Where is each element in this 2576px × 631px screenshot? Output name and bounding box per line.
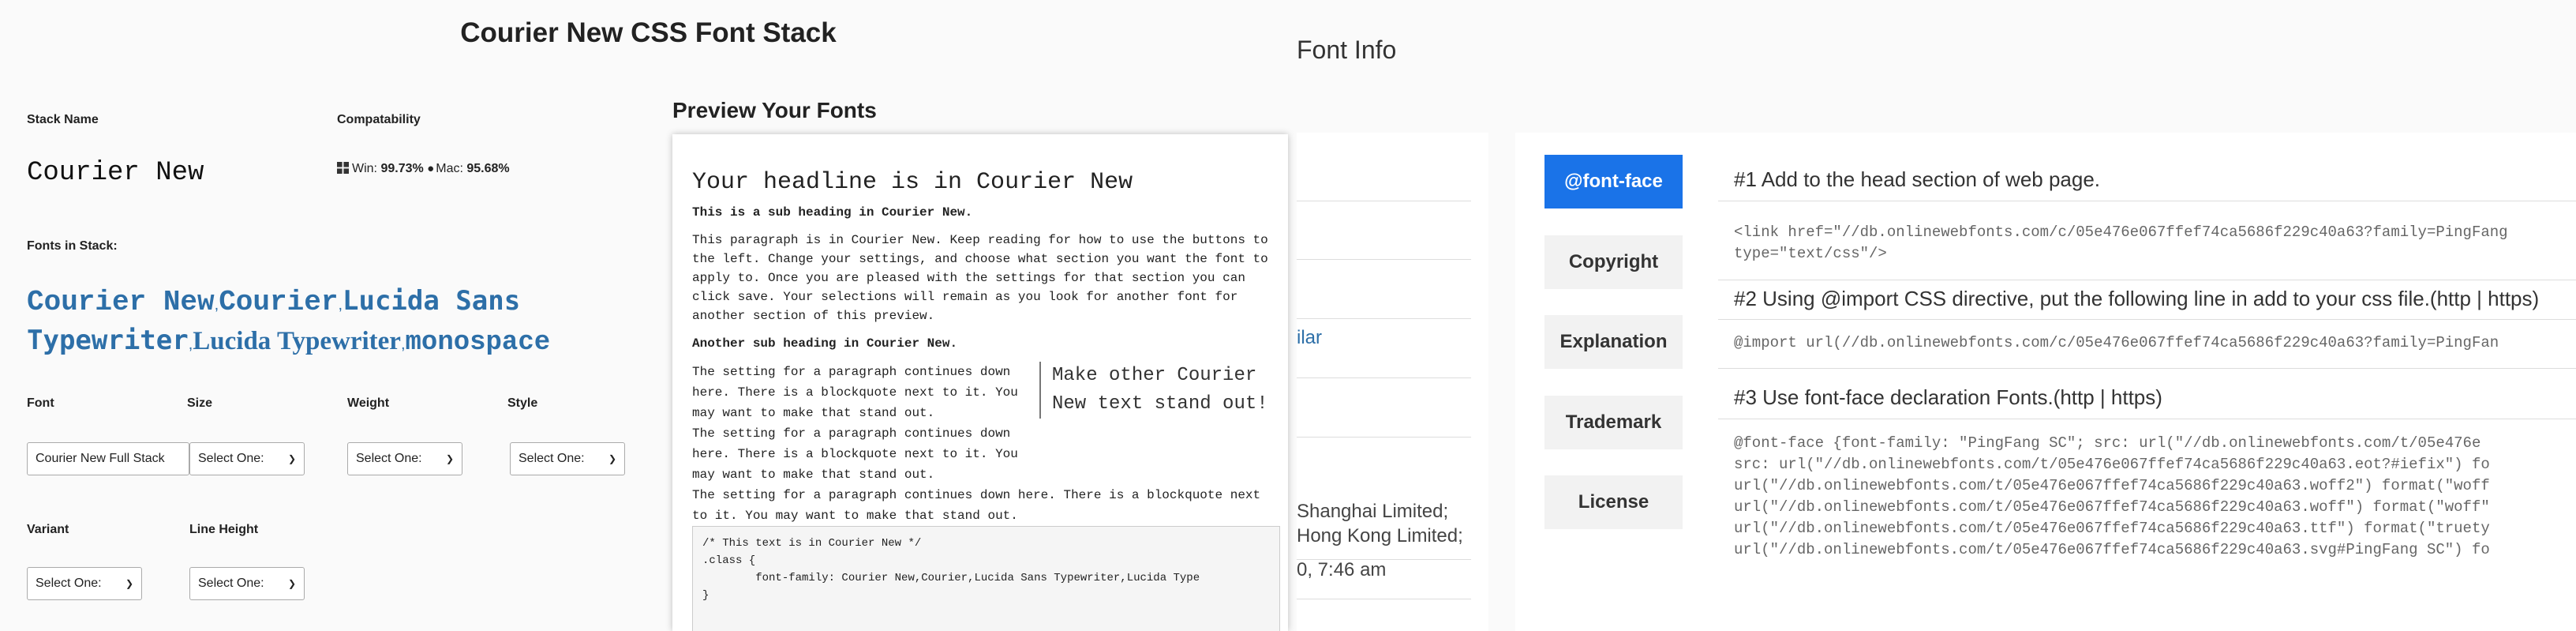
style-label: Style <box>507 396 538 410</box>
divider <box>1297 437 1471 438</box>
section-1-code[interactable]: <link href="//db.onlinewebfonts.com/c/05… <box>1734 222 2508 265</box>
divider <box>1297 318 1471 319</box>
compatability-values: Win: 99.73% ● Mac: 95.68% <box>337 162 510 176</box>
win-value: 99.73% <box>380 162 424 175</box>
copyright-owner-1: Shanghai Limited; <box>1297 501 1449 522</box>
stack-font-1: Courier New <box>27 286 215 318</box>
preview-headline: Your headline is in Courier New <box>692 169 1133 196</box>
size-select[interactable]: Select One: ❯ <box>189 442 305 475</box>
font-select[interactable]: Courier New Full Stack <box>27 442 189 475</box>
font-info-card: ilar Shanghai Limited; Hong Kong Limited… <box>1297 133 1488 631</box>
chevron-down-icon: ❯ <box>608 453 616 464</box>
mac-label: Mac: <box>436 162 463 175</box>
variant-select[interactable]: Select One: ❯ <box>27 567 142 600</box>
size-label: Size <box>187 396 213 410</box>
mac-value: 95.68% <box>466 162 510 175</box>
variant-label: Variant <box>27 523 69 536</box>
updated-time: 0, 7:46 am <box>1297 559 1387 580</box>
tab-explanation[interactable]: Explanation <box>1544 315 1683 369</box>
preview-paragraph-2b: The setting for a paragraph continues do… <box>692 426 1018 482</box>
font-code-card: @font-face Copyright Explanation Tradema… <box>1515 133 2576 631</box>
font-label: Font <box>27 396 54 410</box>
chevron-down-icon: ❯ <box>125 578 133 589</box>
line-height-label: Line Height <box>189 523 259 536</box>
tab-license[interactable]: License <box>1544 475 1683 529</box>
apple-icon: ● <box>427 162 435 175</box>
stack-font-4: Lucida Typewriter <box>193 327 401 355</box>
font-info-title: Font Info <box>1297 36 1397 64</box>
compatability-label: Compatability <box>337 113 421 126</box>
font-info-panel: Font Info ilar Shanghai Limited; Hong Ko… <box>1297 0 2576 631</box>
section-3-code[interactable]: @font-face {font-family: "PingFang SC"; … <box>1734 433 2490 561</box>
win-label: Win: <box>352 162 377 175</box>
stack-font-2: Courier <box>219 286 339 318</box>
stack-name-label: Stack Name <box>27 113 99 126</box>
preview-sub-heading-2: Another sub heading in Courier New. <box>692 336 958 351</box>
tab-copyright[interactable]: Copyright <box>1544 235 1683 289</box>
font-preview-box: Your headline is in Courier New This is … <box>672 134 1288 631</box>
weight-select-value: Select One: <box>356 452 422 465</box>
tab-trademark[interactable]: Trademark <box>1544 396 1683 449</box>
section-1-heading: #1 Add to the head section of web page. <box>1734 167 2101 191</box>
line-height-select[interactable]: Select One: ❯ <box>189 567 305 600</box>
section-3-heading: #3 Use font-face declaration Fonts.(http… <box>1734 385 2162 409</box>
divider <box>1297 259 1471 260</box>
section-2-code[interactable]: @import url(//db.onlinewebfonts.com/c/05… <box>1734 332 2499 354</box>
preview-title: Preview Your Fonts <box>672 98 877 122</box>
style-select-value: Select One: <box>519 452 585 465</box>
section-2-heading: #2 Using @import CSS directive, put the … <box>1734 287 2540 310</box>
preview-paragraph-2a: The setting for a paragraph continues do… <box>692 365 1018 420</box>
divider <box>1718 319 2576 320</box>
divider <box>1297 377 1471 378</box>
preview-code-block: /* This text is in Courier New */ .class… <box>692 526 1280 631</box>
stack-font-5: monospace <box>405 328 551 358</box>
preview-blockquote: Make other Courier New text stand out! <box>1039 362 1268 419</box>
windows-icon <box>337 162 349 174</box>
variant-select-value: Select One: <box>36 577 102 590</box>
preview-sub-heading-1: This is a sub heading in Courier New. <box>692 205 973 220</box>
info-link[interactable]: ilar <box>1297 327 1322 349</box>
line-height-select-value: Select One: <box>198 577 264 590</box>
fonts-in-stack-list: Courier New,Courier,Lucida Sans Typewrit… <box>27 285 551 358</box>
font-stack-panel: Courier New CSS Font Stack Stack Name Co… <box>0 0 1297 631</box>
weight-select[interactable]: Select One: ❯ <box>347 442 462 475</box>
chevron-down-icon: ❯ <box>287 578 296 589</box>
divider <box>1718 368 2576 369</box>
copyright-owner-2: Hong Kong Limited; <box>1297 525 1463 546</box>
weight-label: Weight <box>347 396 390 410</box>
font-select-value: Courier New Full Stack <box>36 452 165 465</box>
tab-font-face[interactable]: @font-face <box>1544 155 1683 208</box>
preview-paragraph-2c: The setting for a paragraph continues do… <box>692 488 1261 523</box>
style-select[interactable]: Select One: ❯ <box>510 442 625 475</box>
chevron-down-icon: ❯ <box>445 453 454 464</box>
chevron-down-icon: ❯ <box>287 453 296 464</box>
size-select-value: Select One: <box>198 452 264 465</box>
page-title: Courier New CSS Font Stack <box>460 17 837 48</box>
fonts-in-stack-label: Fonts in Stack: <box>27 239 118 253</box>
stack-name-value: Courier New <box>27 158 204 188</box>
preview-paragraph-1: This paragraph is in Courier New. Keep r… <box>692 233 1268 323</box>
